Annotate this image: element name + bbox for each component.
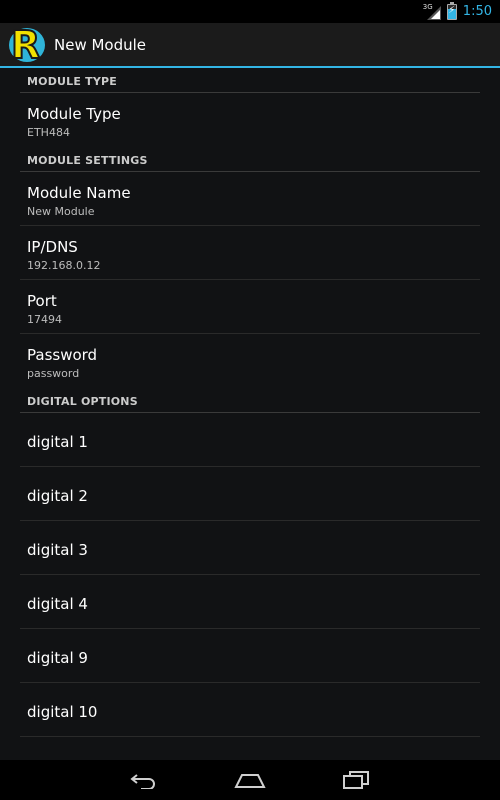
pref-digital-3[interactable]: digital 3 [20,521,480,575]
section-header-module-type: MODULE TYPE [20,68,480,93]
pref-summary: ETH484 [27,126,70,139]
back-icon[interactable] [128,768,160,792]
section-header-module-settings: MODULE SETTINGS [20,147,480,172]
status-clock: 1:50 [462,4,492,19]
pref-title: IP/DNS [27,238,78,256]
pref-summary: 192.168.0.12 [27,259,101,272]
app-logo-icon[interactable]: R [8,22,48,68]
pref-digital-1[interactable]: digital 1 [20,413,480,467]
pref-title: Module Type [27,105,121,123]
pref-title: Port [27,292,57,310]
pref-module-type[interactable]: Module Type ETH484 [20,93,480,147]
pref-digital-9[interactable]: digital 9 [20,629,480,683]
pref-password[interactable]: Password password [20,334,480,388]
home-icon[interactable] [234,768,266,792]
pref-summary: New Module [27,205,95,218]
pref-ip-dns[interactable]: IP/DNS 192.168.0.12 [20,226,480,280]
logo-letter: R [10,22,41,68]
pref-summary: password [27,367,80,380]
pref-summary: 17494 [27,313,62,326]
pref-title: Password [27,346,98,364]
signal-icon: 3G [423,3,441,20]
pref-module-name[interactable]: Module Name New Module [20,172,480,226]
pref-port[interactable]: Port 17494 [20,280,480,334]
recents-icon[interactable] [340,768,372,792]
status-icons: 3G ⚡ 1:50 [423,0,492,23]
section-header-digital-options: DIGITAL OPTIONS [20,388,480,413]
page-title: New Module [54,35,147,54]
battery-icon: ⚡ [446,1,457,20]
pref-digital-2[interactable]: digital 2 [20,467,480,521]
pref-title: Module Name [27,184,131,202]
pref-digital-10[interactable]: digital 10 [20,683,480,737]
preferences-list: MODULE TYPE Module Type ETH484 MODULE SE… [20,68,480,737]
pref-digital-4[interactable]: digital 4 [20,575,480,629]
action-bar: R New Module [0,22,500,68]
navigation-bar [0,760,500,800]
status-bar: 3G ⚡ 1:50 [0,0,500,23]
